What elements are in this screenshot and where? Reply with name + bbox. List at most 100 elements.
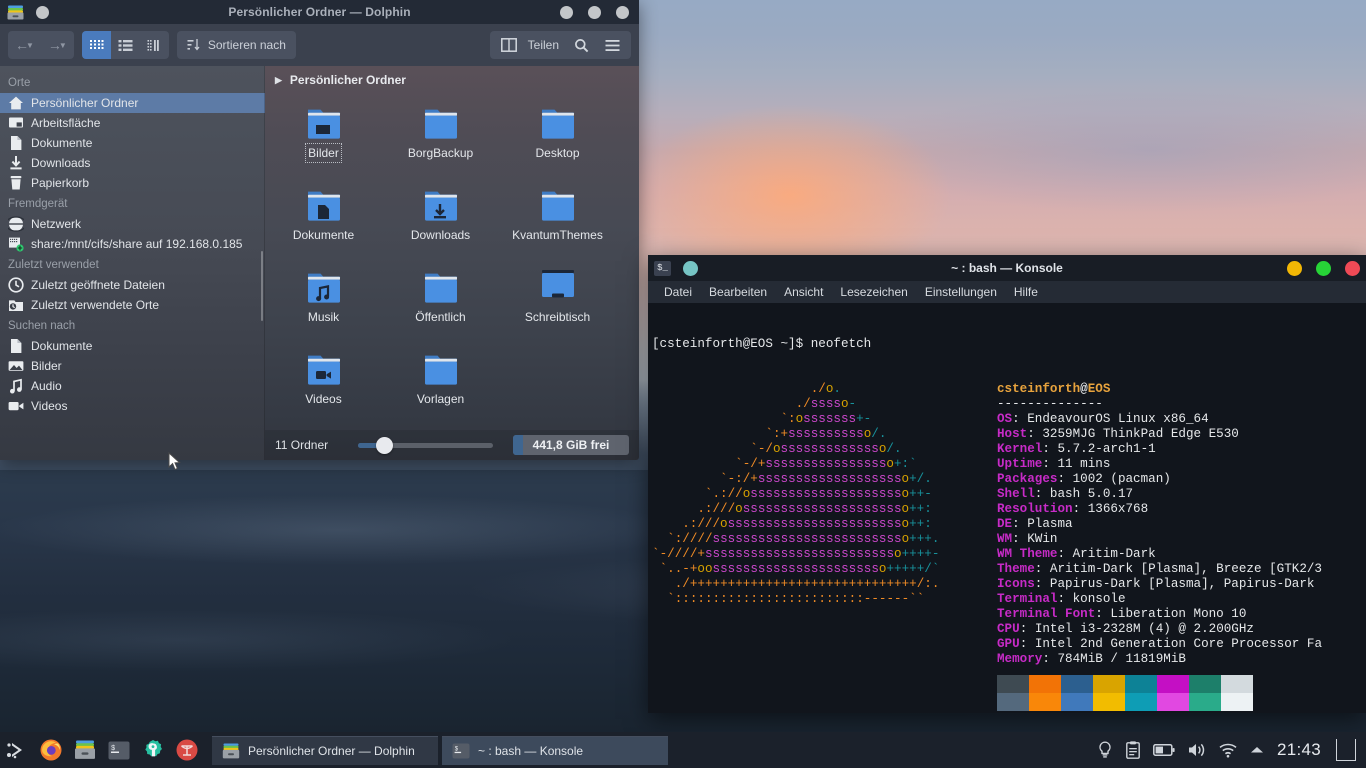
neofetch-field-key: DE bbox=[997, 517, 1013, 531]
folder-item[interactable]: Schreibtisch bbox=[499, 264, 616, 346]
view-mode-compact-button[interactable] bbox=[111, 31, 140, 59]
ascii-art-line: `:////ssssssssssssssssssssssssso+++. bbox=[667, 532, 940, 546]
neofetch-field-key: Terminal Font bbox=[997, 607, 1096, 621]
network-wifi-icon[interactable] bbox=[1219, 743, 1237, 758]
menu-item-bearbeiten[interactable]: Bearbeiten bbox=[701, 283, 775, 301]
application-launcher-button[interactable] bbox=[0, 732, 34, 768]
forward-button[interactable]: → ▼ bbox=[41, 31, 74, 59]
sort-by-button[interactable]: Sortieren nach bbox=[176, 31, 296, 59]
search-button[interactable] bbox=[567, 31, 596, 59]
folder-icon bbox=[418, 105, 464, 141]
breadcrumb[interactable]: ▶ Persönlicher Ordner bbox=[265, 66, 639, 94]
close-button[interactable] bbox=[1345, 260, 1360, 276]
folder-item[interactable]: Musik bbox=[265, 264, 382, 346]
sidebar-item-netzwerk[interactable]: Netzwerk bbox=[0, 214, 265, 234]
neofetch-field-key: Resolution bbox=[997, 502, 1073, 516]
volume-icon[interactable] bbox=[1188, 742, 1206, 758]
ascii-art-line: `-////+ssssssssssssssssssssssssso++++- bbox=[652, 547, 940, 561]
maximize-button[interactable] bbox=[588, 5, 601, 19]
back-button[interactable]: ← ▼ bbox=[8, 31, 41, 59]
close-button[interactable] bbox=[616, 5, 629, 19]
folder-item[interactable]: BorgBackup bbox=[382, 100, 499, 182]
view-mode-icons-button[interactable] bbox=[81, 31, 111, 59]
free-space-indicator[interactable]: 441,8 GiB frei bbox=[513, 435, 629, 455]
sidebar-item-papierkorb[interactable]: Papierkorb bbox=[0, 173, 265, 193]
folder-item[interactable]: KvantumThemes bbox=[499, 182, 616, 264]
folder-item[interactable]: Videos bbox=[265, 346, 382, 428]
folder-icon bbox=[541, 109, 574, 139]
firefox-icon bbox=[40, 739, 62, 761]
main-menu-button[interactable] bbox=[598, 31, 627, 59]
konsole-titlebar[interactable]: $_ ~ : bash — Konsole bbox=[648, 255, 1366, 281]
menu-item-hilfe[interactable]: Hilfe bbox=[1006, 283, 1046, 301]
firefox-launcher[interactable] bbox=[34, 732, 68, 768]
minimize-button[interactable] bbox=[560, 5, 573, 19]
split-view-button[interactable] bbox=[494, 31, 524, 59]
clock[interactable]: 21:43 bbox=[1277, 740, 1321, 760]
thunderbird-launcher[interactable] bbox=[170, 732, 204, 768]
folder-item[interactable]: Vorlagen bbox=[382, 346, 499, 428]
folder-item[interactable]: Dokumente bbox=[265, 182, 382, 264]
dolphin-titlebar[interactable]: Persönlicher Ordner — Dolphin bbox=[0, 0, 639, 24]
neofetch-field-value: Papirus-Dark [Plasma], Papirus-Dark bbox=[1049, 577, 1315, 591]
window-menu-button[interactable] bbox=[683, 260, 698, 276]
sidebar-item-arbeitsfl-che[interactable]: Arbeitsfläche bbox=[0, 113, 265, 133]
zoom-slider[interactable] bbox=[358, 436, 494, 454]
sidebar-item-zuletzt-ge-ffnete-dateien[interactable]: Zuletzt geöffnete Dateien bbox=[0, 275, 265, 295]
sidebar-item-share-mnt-cifs-share-auf-192-168-0-185[interactable]: share:/mnt/cifs/share auf 192.168.0.185 bbox=[0, 234, 265, 254]
konsole-window[interactable]: $_ ~ : bash — Konsole Datei Bearbeiten Ans… bbox=[648, 255, 1366, 713]
globe-icon bbox=[8, 216, 24, 232]
sidebar-item-zuletzt-verwendete-orte[interactable]: Zuletzt verwendete Orte bbox=[0, 295, 265, 315]
window-menu-button[interactable] bbox=[36, 5, 49, 19]
menu-item-datei[interactable]: Datei bbox=[656, 283, 700, 301]
folder-label: BorgBackup bbox=[407, 146, 474, 160]
video-icon bbox=[8, 398, 24, 414]
dolphin-window[interactable]: Persönlicher Ordner — Dolphin ← ▼ → ▼ So… bbox=[0, 0, 639, 460]
palette-swatch bbox=[1125, 675, 1157, 693]
folder-grid[interactable]: Bilder BorgBackup Desktop Dokumente Down… bbox=[265, 94, 639, 430]
notifications-icon[interactable] bbox=[1097, 741, 1113, 759]
minimize-button[interactable] bbox=[1287, 260, 1302, 276]
sidebar-item-videos[interactable]: Videos bbox=[0, 396, 265, 416]
neofetch-field-key: Packages bbox=[997, 472, 1058, 486]
tray-expand-icon[interactable] bbox=[1250, 745, 1264, 755]
sidebar-item-downloads[interactable]: Downloads bbox=[0, 153, 265, 173]
palette-swatch bbox=[997, 675, 1029, 693]
system-settings-launcher[interactable] bbox=[136, 732, 170, 768]
menu-item-ansicht[interactable]: Ansicht bbox=[776, 283, 831, 301]
konsole-menubar[interactable]: Datei Bearbeiten Ansicht Lesezeichen Einstel… bbox=[648, 281, 1366, 303]
menu-item-einstellungen[interactable]: Einstellungen bbox=[917, 283, 1005, 301]
dolphin-window-controls bbox=[560, 5, 629, 19]
places-scroll-indicator[interactable] bbox=[261, 251, 263, 321]
sidebar-item-audio[interactable]: Audio bbox=[0, 376, 265, 396]
folder-icon bbox=[301, 187, 347, 223]
show-desktop-button[interactable] bbox=[1336, 739, 1356, 761]
sidebar-item-pers-nlicher-ordner[interactable]: Persönlicher Ordner bbox=[0, 93, 265, 113]
sort-icon bbox=[187, 39, 200, 51]
menu-item-lesezeichen[interactable]: Lesezeichen bbox=[832, 283, 915, 301]
folder-item[interactable]: Bilder bbox=[265, 100, 382, 182]
folder-item[interactable]: Desktop bbox=[499, 100, 616, 182]
sidebar-item-dokumente[interactable]: Dokumente bbox=[0, 133, 265, 153]
zoom-slider-handle[interactable] bbox=[376, 436, 394, 454]
taskbar-task[interactable]: $ ~ : bash — Konsole bbox=[442, 735, 668, 765]
folder-item[interactable]: Öffentlich bbox=[382, 264, 499, 346]
view-mode-details-button[interactable] bbox=[140, 31, 169, 59]
folder-label: Schreibtisch bbox=[524, 310, 591, 324]
battery-icon[interactable] bbox=[1153, 743, 1175, 757]
dolphin-places-panel[interactable]: Orte Persönlicher Ordner Arbeitsfläche Doku… bbox=[0, 66, 265, 460]
folder-icon bbox=[418, 269, 464, 305]
dolphin-file-view[interactable]: ▶ Persönlicher Ordner Bilder BorgBackup … bbox=[265, 66, 639, 460]
sidebar-item-bilder[interactable]: Bilder bbox=[0, 356, 265, 376]
folder-item[interactable]: Downloads bbox=[382, 182, 499, 264]
taskbar-task[interactable]: Persönlicher Ordner — Dolphin bbox=[212, 735, 438, 765]
sidebar-item-dokumente[interactable]: Dokumente bbox=[0, 336, 265, 356]
dolphin-launcher[interactable] bbox=[68, 732, 102, 768]
maximize-button[interactable] bbox=[1316, 260, 1331, 276]
konsole-launcher[interactable]: $ bbox=[102, 732, 136, 768]
terminal-output-area[interactable]: [csteinforth@EOS ~]$ neofetch ./o. ./sss… bbox=[648, 303, 1366, 713]
clipboard-icon[interactable] bbox=[1126, 741, 1140, 759]
neofetch-rule: -------------- bbox=[997, 397, 1103, 411]
globe-icon bbox=[8, 216, 24, 232]
sidebar-item-label: Zuletzt geöffnete Dateien bbox=[31, 278, 165, 292]
